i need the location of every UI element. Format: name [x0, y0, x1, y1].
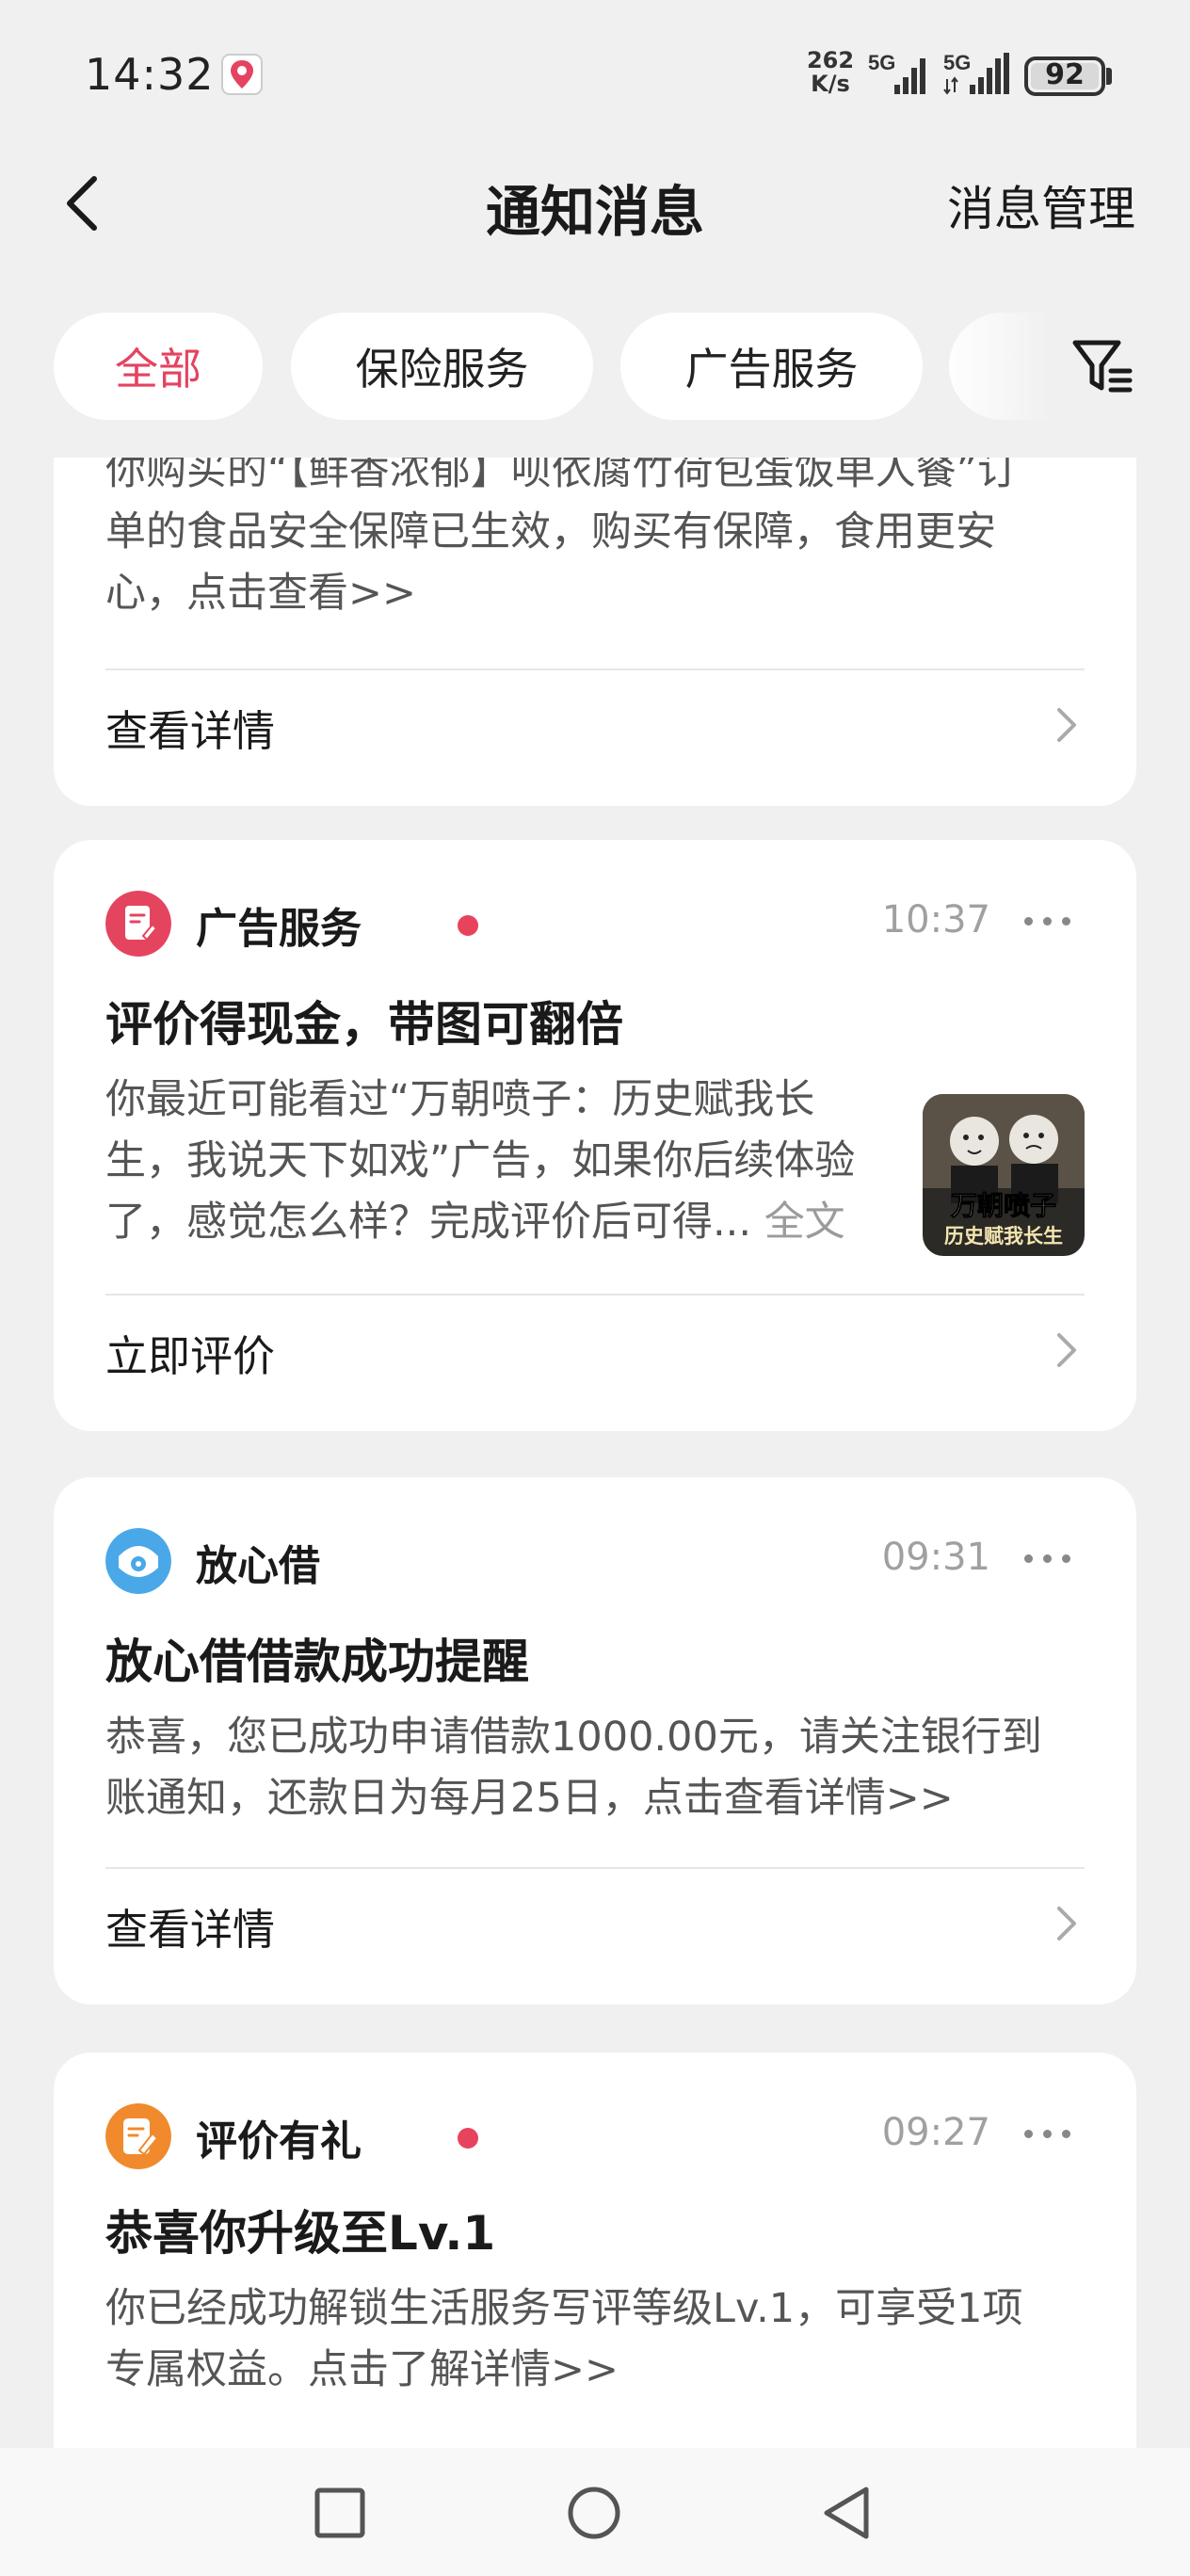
filter-tabs: 全部 保险服务 广告服务 [0, 313, 1190, 422]
network-speed-value: 262 [806, 47, 855, 73]
message-title: 评价得现金，带图可翻倍 [105, 997, 623, 1052]
thumbnail-title: 万朝喷子 [951, 1190, 1056, 1221]
source-name: 广告服务 [196, 905, 362, 953]
home-icon[interactable] [565, 2484, 623, 2542]
document-icon [105, 891, 171, 957]
divider [105, 1294, 1085, 1296]
message-body: 恭喜，您已成功申请借款1000.00元，请关注银行到 账通知，还款日为每月25日… [105, 1714, 1042, 1822]
system-navigation-bar [0, 2448, 1190, 2576]
battery-level: 92 [1045, 58, 1085, 91]
chevron-right-icon [1057, 1333, 1076, 1367]
card-header: 评价有礼 09:27 [105, 2100, 1085, 2171]
card-header: 广告服务 10:37 [105, 887, 1085, 958]
message-title: 放心借借款成功提醒 [105, 1634, 529, 1689]
action-label: 立即评价 [105, 1331, 276, 1381]
divider [105, 1867, 1085, 1869]
tab-advertising[interactable]: 广告服务 [620, 313, 923, 420]
signal-5g-icon: 5G [868, 51, 925, 94]
source-name: 评价有礼 [196, 2117, 362, 2165]
message-card-review-reward[interactable]: 评价有礼 09:27 恭喜你升级至Lv.1 你已经成功解锁生活服务写评等级Lv.… [54, 2053, 1136, 2448]
more-options-icon[interactable] [1021, 2113, 1077, 2150]
source-name: 放心借 [196, 1542, 320, 1590]
status-bar: 14:32 262 K/s 5G 5G 92 [0, 0, 1190, 141]
message-body: 你最近可能看过“万朝喷子：历史赋我长 生，我说天下如戏”广告，如果你后续体验 了… [105, 1076, 856, 1246]
view-details-action[interactable]: 查看详情 [105, 672, 1085, 776]
divider [105, 668, 1085, 670]
card-header: 放心借 09:31 [105, 1524, 1085, 1596]
ad-thumbnail-art: 万朝喷子 历史赋我长生 [923, 1094, 1085, 1256]
battery-cap [1106, 68, 1112, 85]
full-text-link[interactable]: 全文 [764, 1199, 845, 1246]
message-card-ad-review[interactable]: 广告服务 10:37 评价得现金，带图可翻倍 你最近可能看过“万朝喷子：历史赋我… [54, 840, 1136, 1431]
message-list[interactable]: 你购买的“【鲜香浓郁】呗依腐竹荷包蛋饭单人餐”订 单的食品安全保障已生效，购买有… [0, 458, 1190, 2448]
chevron-right-icon [1057, 1907, 1076, 1940]
filter-icon[interactable] [1069, 333, 1135, 399]
battery-indicator: 92 [1024, 56, 1105, 96]
unread-dot [458, 915, 478, 936]
unread-dot [458, 2128, 478, 2149]
more-options-icon[interactable] [1021, 1538, 1077, 1575]
ad-thumbnail[interactable]: 万朝喷子 历史赋我长生 [923, 1094, 1085, 1256]
network-speed-unit: K/s [811, 71, 850, 97]
pencil-icon [105, 2103, 171, 2169]
back-triangle-icon[interactable] [817, 2484, 876, 2542]
network-speed: 262 K/s [802, 49, 859, 96]
view-details-action[interactable]: 查看详情 [105, 1871, 1085, 1974]
message-time: 09:31 [881, 1536, 990, 1579]
svg-text:5G: 5G [943, 51, 971, 74]
message-time: 09:27 [881, 2111, 990, 2154]
app-header: 通知消息 消息管理 [0, 141, 1190, 264]
notification-page: 14:32 262 K/s 5G 5G 92 通知消息 消息管理 全部 保险服务… [0, 0, 1190, 2576]
message-time: 10:37 [881, 898, 990, 942]
tab-all[interactable]: 全部 [54, 313, 263, 420]
tabs-fade [941, 313, 1190, 422]
message-title: 恭喜你升级至Lv.1 [105, 2206, 496, 2261]
svg-text:5G: 5G [868, 51, 895, 74]
status-time: 14:32 [85, 49, 215, 100]
message-management-button[interactable]: 消息管理 [947, 171, 1135, 239]
rate-now-action[interactable]: 立即评价 [105, 1297, 1085, 1401]
recent-apps-icon[interactable] [311, 2484, 369, 2542]
action-label: 查看详情 [105, 706, 276, 756]
message-body: 你购买的“【鲜香浓郁】呗依腐竹荷包蛋饭单人餐”订 单的食品安全保障已生效，购买有… [105, 458, 1019, 617]
signal-5g-secondary-icon: 5G [943, 51, 1009, 95]
thumbnail-subtitle: 历史赋我长生 [944, 1224, 1063, 1248]
message-body: 你已经成功解锁生活服务写评等级Lv.1，可享受1项 专属权益。点击了解详情>> [105, 2285, 1023, 2393]
message-card-loan[interactable]: 放心借 09:31 放心借借款成功提醒 恭喜，您已成功申请借款1000.00元，… [54, 1477, 1136, 2004]
loan-icon [105, 1528, 171, 1594]
message-card-food-safety[interactable]: 你购买的“【鲜香浓郁】呗依腐竹荷包蛋饭单人餐”订 单的食品安全保障已生效，购买有… [54, 458, 1136, 806]
tab-insurance[interactable]: 保险服务 [291, 313, 593, 420]
chevron-right-icon [1057, 708, 1076, 742]
baidu-map-icon [221, 54, 263, 95]
action-label: 查看详情 [105, 1905, 276, 1955]
more-options-icon[interactable] [1021, 900, 1077, 938]
